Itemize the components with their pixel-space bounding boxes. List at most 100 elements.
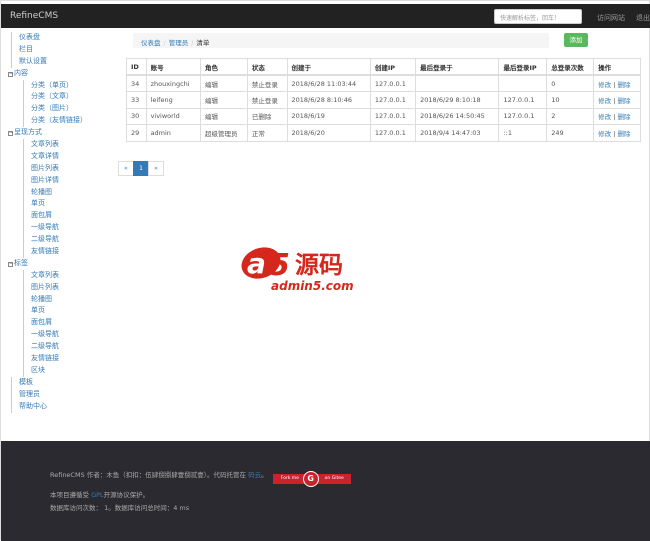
svg-text:admin5.com: admin5.com <box>271 279 354 293</box>
table-row: 29 admin 超级管理员 正常 2018/6/20 127.0.0.1 2018/9/4… <box>126 124 641 142</box>
sidebar-item-label: 分类（单页） <box>31 80 73 89</box>
sidebar-item[interactable]: 分类（单页） <box>23 79 111 92</box>
license-pre: 本项目遵循受 <box>50 491 92 499</box>
sidebar-item[interactable]: −标签 <box>8 258 111 270</box>
gitee-link[interactable]: 码云 <box>248 471 261 479</box>
logout-link[interactable]: 退出 <box>636 13 650 23</box>
gpl-link[interactable]: GPL <box>91 491 104 499</box>
actions-cell: 修改 | 删除 <box>593 74 641 92</box>
sidebar-tree: 仪表盘 栏目 默认设置 −内容 分类（单页） 分类（文章） 分类（图片） 分类（友情链接） −呈… <box>8 32 111 413</box>
svg-text:源码: 源码 <box>295 251 343 279</box>
column-header: 最后登录于 <box>415 58 500 76</box>
svg-text:5: 5 <box>269 248 290 283</box>
table-cell: 编辑 <box>199 74 248 92</box>
sidebar-item-label: 友情链接 <box>31 247 59 256</box>
add-button[interactable]: 添加 <box>564 33 588 47</box>
sidebar-item-label: 区块 <box>31 365 45 374</box>
sidebar-item-label: 模板 <box>19 377 33 386</box>
sidebar-item[interactable]: 分类（图片） <box>23 103 111 116</box>
table-cell: 10 <box>546 91 595 109</box>
edit-link[interactable]: 修改 <box>598 81 611 89</box>
column-header: 创建于 <box>286 58 371 76</box>
table-cell: 30 <box>126 107 147 125</box>
sidebar-item[interactable]: −呈现方式 <box>8 127 111 139</box>
table-row: 34 zhouxingchi 编辑 禁止登录 2018/6/28 11:03:44 127… <box>126 74 641 92</box>
sidebar-item-label: 友情链接 <box>31 354 59 363</box>
sidebar-item-label: 单页 <box>31 306 45 315</box>
sidebar-item[interactable]: 文章列表 <box>23 139 111 151</box>
sidebar-item[interactable]: 栏目 <box>11 43 111 56</box>
sidebar-item-label: 图片列表 <box>31 282 59 291</box>
gitee-g-icon: G <box>302 471 319 487</box>
edit-link[interactable]: 修改 <box>598 97 611 105</box>
table-cell: viviworld <box>145 107 201 125</box>
sidebar-item-label: 仪表盘 <box>19 33 40 41</box>
sidebar-item[interactable]: 图片列表 <box>23 162 111 175</box>
prev-page[interactable]: « <box>118 161 134 176</box>
breadcrumb-dashboard[interactable]: 仪表盘 <box>141 39 161 47</box>
sidebar-item-label: 图片详情 <box>31 175 59 184</box>
sidebar-item[interactable]: 帮助中心 <box>11 400 111 413</box>
sidebar-item-label: 内容 <box>14 68 28 77</box>
sidebar-item[interactable]: 面包屑 <box>23 210 111 223</box>
search-input[interactable]: 快速解析标签，回车！ <box>494 9 582 24</box>
sidebar-item[interactable]: 友情链接 <box>23 246 111 258</box>
sidebar-item[interactable]: 管理员 <box>11 388 111 401</box>
sidebar-item[interactable]: 默认设置 <box>11 55 111 68</box>
delete-link[interactable]: 删除 <box>617 130 630 138</box>
sidebar-item[interactable]: 文章列表 <box>23 269 111 282</box>
sidebar-item[interactable]: 一级导航 <box>23 222 111 235</box>
sidebar-item[interactable]: 区块 <box>23 364 111 377</box>
brand-link[interactable]: RefineCMS <box>10 11 58 21</box>
table-cell: 34 <box>126 74 147 92</box>
delete-link[interactable]: 删除 <box>617 113 630 121</box>
footer-period: 。 <box>261 471 268 479</box>
sidebar-item[interactable]: 二级导航 <box>23 234 111 247</box>
edit-link[interactable]: 修改 <box>598 113 611 121</box>
sidebar-item-label: 文章列表 <box>31 140 59 149</box>
table-cell: 已删除 <box>246 107 288 125</box>
table-cell: 2018/6/28 11:03:44 <box>286 74 371 92</box>
next-page[interactable]: » <box>148 161 164 176</box>
sidebar-item[interactable]: 图片详情 <box>23 174 111 187</box>
column-header: 总登录次数 <box>546 58 595 76</box>
collapse-toggle-icon[interactable]: − <box>8 71 13 77</box>
column-header: 账号 <box>145 58 201 76</box>
collapse-toggle-icon[interactable]: − <box>8 261 13 267</box>
delete-link[interactable]: 删除 <box>617 81 630 89</box>
sidebar-item[interactable]: 单页 <box>23 305 111 318</box>
table-row: 33 leifeng 编辑 禁止登录 2018/6/28 8:10:46 127.0.0.… <box>126 91 641 109</box>
admin-table: ID 账号 角色 状态 创建于 创建IP 最后登录于 最后登录IP 总登录次数 操作 34 zhou… <box>126 58 641 142</box>
sidebar-item[interactable]: 单页 <box>23 198 111 211</box>
fork-me-gitee-ribbon[interactable]: Fork me Gon Gitee <box>272 471 351 487</box>
page-1[interactable]: 1 <box>133 161 149 176</box>
sidebar-item[interactable]: 二级导航 <box>23 341 111 354</box>
sidebar-item[interactable]: 文章详情 <box>23 150 111 163</box>
sidebar-item-label: 面包屑 <box>31 211 52 220</box>
sidebar-item[interactable]: 分类（文章） <box>23 91 111 104</box>
sidebar-item[interactable]: 模板 <box>11 376 111 389</box>
collapse-toggle-icon[interactable]: − <box>8 131 13 137</box>
delete-link[interactable]: 删除 <box>617 97 630 105</box>
sidebar-item[interactable]: 友情链接 <box>23 353 111 365</box>
sidebar-item[interactable]: 轮播图 <box>23 293 111 306</box>
table-cell: 249 <box>546 124 595 142</box>
license-post: 开源协议保护。 <box>103 491 150 499</box>
sidebar-item[interactable]: 仪表盘 <box>11 32 111 44</box>
sidebar-item-label: 二级导航 <box>31 235 59 244</box>
table-cell: leifeng <box>145 91 201 109</box>
table-cell: ::1 <box>498 124 548 142</box>
sidebar-item[interactable]: 分类（友情链接） <box>23 115 111 128</box>
breadcrumb-admins[interactable]: 管理员 <box>169 39 189 47</box>
visit-site-link[interactable]: 访问网站 <box>597 13 625 23</box>
sidebar-item[interactable]: −内容 <box>8 68 111 80</box>
sidebar-item[interactable]: 一级导航 <box>23 329 111 342</box>
edit-link[interactable]: 修改 <box>598 130 611 138</box>
ribbon-right-text: on Gitee <box>324 476 344 481</box>
sidebar-item[interactable]: 图片列表 <box>23 281 111 294</box>
sidebar-item[interactable]: 轮播图 <box>23 186 111 199</box>
table-cell: 编辑 <box>199 107 248 125</box>
breadcrumb: 仪表盘 / 管理员 / 清单 <box>133 33 549 48</box>
sidebar-item-label: 分类（图片） <box>31 104 73 113</box>
sidebar-item[interactable]: 面包屑 <box>23 317 111 330</box>
